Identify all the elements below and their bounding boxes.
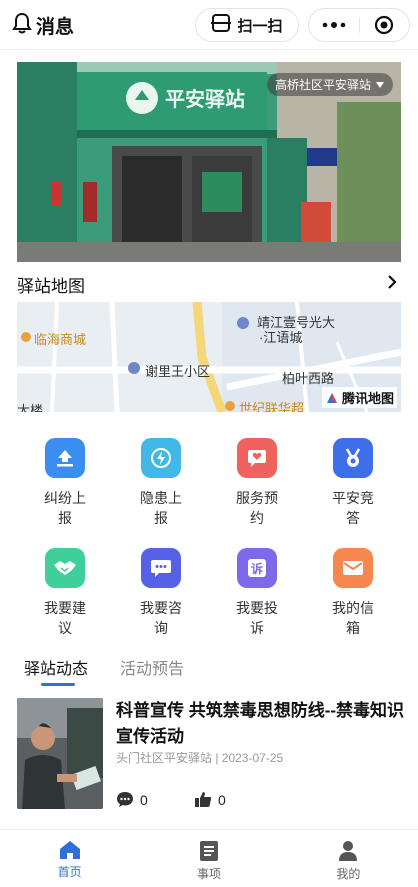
service-suggestion[interactable]: 我要建议 [17,548,113,638]
like-count[interactable]: 0 [194,791,226,808]
tencent-map-icon [326,392,337,403]
news-meta: 头门社区平安驿站 | 2023-07-25 [116,751,284,765]
service-label: 隐患上报 [140,490,182,526]
scan-icon [211,14,232,36]
service-quiz[interactable]: 平安竞答 [305,438,401,528]
list-icon [199,841,218,861]
upload-icon [45,438,85,478]
service-label: 服务预约 [236,490,278,526]
active-tab-indicator [41,683,75,686]
handshake-icon [45,548,85,588]
caret-down-icon [376,81,384,88]
service-label: 我要咨询 [140,600,182,636]
map-label: 世纪联华超 [239,401,305,412]
svg-text:诉: 诉 [251,561,263,576]
more-button[interactable] [309,9,359,41]
banner-sign-text: 平安驿站 [165,87,245,111]
tab-station-news[interactable]: 驿站动态 [24,655,88,679]
news-thumbnail[interactable] [17,698,103,809]
station-banner-image[interactable]: 平安驿站 高桥社区平安驿站 [17,62,401,262]
nav-mine-label: 我的 [336,867,361,881]
tencent-map-logo: 腾讯地图 [321,387,397,408]
service-hazard-report[interactable]: 隐患上报 [113,438,209,528]
bell-icon [12,12,32,39]
location-tag-label: 高桥社区平安驿站 [274,78,371,92]
comment-icon [117,792,133,807]
service-label: 纠纷上报 [44,490,86,526]
mail-icon [333,548,373,588]
news-tabs: 驿站动态 活动预告 [24,655,184,679]
top-bar: 消息 扫一扫 [0,0,418,50]
bottom-nav: 首页 事项 我的 [0,830,418,887]
service-mailbox[interactable]: 我的信箱 [305,548,401,638]
nav-mine[interactable]: 我的 [279,830,418,887]
service-label: 我要投诉 [236,600,278,636]
map-label: 临海商城 [34,332,87,347]
map-label: 谢里王小区 [145,364,211,379]
heart-chat-icon [237,438,277,478]
map-label: 大楼 [17,403,44,412]
map-provider-label: 腾讯地图 [341,391,394,406]
map-label: ·江语城 [259,330,303,345]
scan-button[interactable]: 扫一扫 [195,8,299,42]
nav-items[interactable]: 事项 [139,830,278,887]
service-label: 我要建议 [44,600,86,636]
like-count-value: 0 [218,791,226,808]
service-label: 平安竞答 [332,490,374,526]
chevron-right-icon[interactable] [386,274,398,295]
chat-icon [141,548,181,588]
nav-home[interactable]: 首页 [0,830,139,887]
service-appointment[interactable]: 服务预约 [209,438,305,528]
scan-label: 扫一扫 [237,17,283,35]
news-photo [17,698,103,809]
messages-label: 消息 [36,17,75,38]
comment-count-value: 0 [140,791,148,808]
nav-home-label: 首页 [57,865,82,879]
comment-count[interactable]: 0 [116,791,148,808]
home-icon [59,841,80,859]
nav-items-label: 事项 [196,867,221,881]
target-close-icon [375,15,394,35]
messages-button[interactable]: 消息 [12,12,74,39]
map-label: 柏叶西路 [282,371,335,386]
close-program-button[interactable] [360,9,410,41]
service-dispute-report[interactable]: 纠纷上报 [17,438,113,528]
station-map[interactable]: 临海商城 靖江壹号光大 ·江语城 谢里王小区 柏叶西路 世纪联华超 大楼 腾讯地… [17,302,401,412]
news-title[interactable]: 科普宣传 共筑禁毒思想防线--禁毒知识宣传活动 [116,698,406,750]
tab-activity-preview[interactable]: 活动预告 [120,655,184,679]
location-dropdown[interactable]: 高桥社区平安驿站 [266,73,393,96]
mini-program-capsule [308,8,410,42]
service-consult[interactable]: 我要咨询 [113,548,209,638]
user-icon [339,841,358,861]
station-map-title: 驿站地图 [17,277,85,296]
more-dots-icon [322,22,346,28]
service-complaint[interactable]: 诉 我要投诉 [209,548,305,638]
complaint-icon: 诉 [237,548,277,588]
service-label: 我的信箱 [332,600,374,636]
lightning-icon [141,438,181,478]
medal-icon [333,438,373,478]
thumbs-up-icon [195,792,212,807]
